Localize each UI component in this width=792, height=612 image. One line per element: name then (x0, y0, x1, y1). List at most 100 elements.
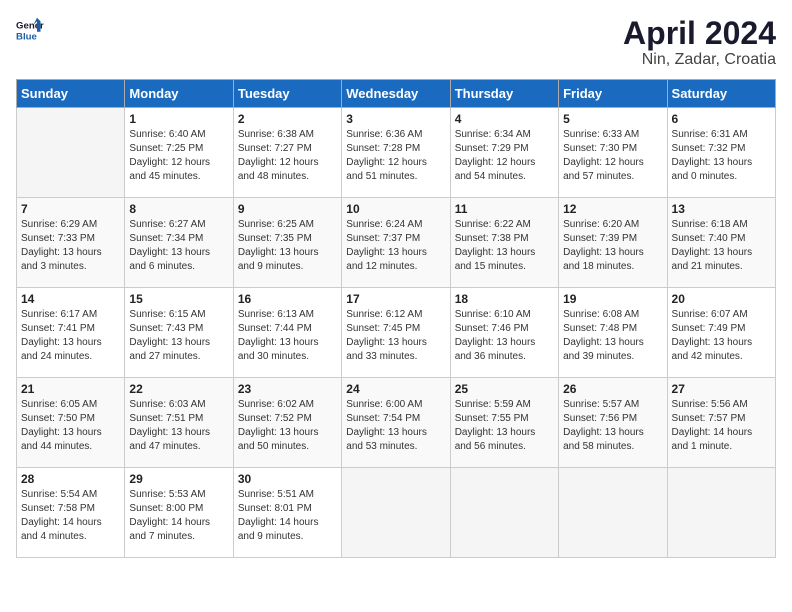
calendar-cell: 23 Sunrise: 6:02 AM Sunset: 7:52 PM Dayli… (233, 378, 341, 468)
calendar-cell: 22 Sunrise: 6:03 AM Sunset: 7:51 PM Dayli… (125, 378, 233, 468)
day-info: Sunrise: 6:29 AM Sunset: 7:33 PM Dayligh… (21, 218, 120, 274)
calendar-cell: 11Sunrise: 6:22 AM Sunset: 7:38 PM Dayli… (450, 198, 558, 288)
calendar-cell: 9 Sunrise: 6:25 AM Sunset: 7:35 PM Daylig… (233, 198, 341, 288)
calendar-cell: 10 Sunrise: 6:24 AM Sunset: 7:37 PM Dayli… (342, 198, 450, 288)
day-info: Sunrise: 6:17 AM Sunset: 7:41 PM Dayligh… (21, 308, 120, 364)
calendar-cell: 8 Sunrise: 6:27 AM Sunset: 7:34 PM Daylig… (125, 198, 233, 288)
day-info: Sunrise: 6:20 AM Sunset: 7:39 PM Dayligh… (563, 218, 662, 274)
calendar-week-4: 21Sunrise: 6:05 AM Sunset: 7:50 PM Dayli… (17, 378, 776, 468)
calendar-cell: 19 Sunrise: 6:08 AM Sunset: 7:48 PM Dayli… (559, 288, 667, 378)
day-info: Sunrise: 5:59 AM Sunset: 7:55 PM Dayligh… (455, 398, 554, 454)
day-info: Sunrise: 6:24 AM Sunset: 7:37 PM Dayligh… (346, 218, 445, 274)
day-info: Sunrise: 6:07 AM Sunset: 7:49 PM Dayligh… (672, 308, 771, 364)
calendar-cell: 16Sunrise: 6:13 AM Sunset: 7:44 PM Dayli… (233, 288, 341, 378)
calendar-subtitle: Nin, Zadar, Croatia (623, 51, 776, 69)
day-info: Sunrise: 5:57 AM Sunset: 7:56 PM Dayligh… (563, 398, 662, 454)
calendar-cell: 28 Sunrise: 5:54 AM Sunset: 7:58 PM Dayli… (17, 468, 125, 558)
day-number: 12 (563, 202, 662, 216)
calendar-cell: 24Sunrise: 6:00 AM Sunset: 7:54 PM Dayli… (342, 378, 450, 468)
day-number: 29 (129, 472, 228, 486)
calendar-cell: 25 Sunrise: 5:59 AM Sunset: 7:55 PM Dayli… (450, 378, 558, 468)
calendar-cell: 2 Sunrise: 6:38 AM Sunset: 7:27 PM Daylig… (233, 108, 341, 198)
calendar-cell: 30 Sunrise: 5:51 AM Sunset: 8:01 PM Dayli… (233, 468, 341, 558)
calendar-cell: 17 Sunrise: 6:12 AM Sunset: 7:45 PM Dayli… (342, 288, 450, 378)
calendar-cell: 7 Sunrise: 6:29 AM Sunset: 7:33 PM Daylig… (17, 198, 125, 288)
calendar-week-1: 1Sunrise: 6:40 AM Sunset: 7:25 PM Daylig… (17, 108, 776, 198)
calendar-cell: 5Sunrise: 6:33 AM Sunset: 7:30 PM Daylig… (559, 108, 667, 198)
header-sunday: Sunday (17, 80, 125, 108)
calendar-cell (17, 108, 125, 198)
day-info: Sunrise: 6:08 AM Sunset: 7:48 PM Dayligh… (563, 308, 662, 364)
day-number: 30 (238, 472, 337, 486)
day-number: 8 (129, 202, 228, 216)
day-number: 19 (563, 292, 662, 306)
day-info: Sunrise: 5:54 AM Sunset: 7:58 PM Dayligh… (21, 488, 120, 544)
day-number: 20 (672, 292, 771, 306)
weekday-header-row: Sunday Monday Tuesday Wednesday Thursday… (17, 80, 776, 108)
day-number: 18 (455, 292, 554, 306)
day-number: 14 (21, 292, 120, 306)
day-info: Sunrise: 5:51 AM Sunset: 8:01 PM Dayligh… (238, 488, 337, 544)
day-info: Sunrise: 6:15 AM Sunset: 7:43 PM Dayligh… (129, 308, 228, 364)
day-number: 22 (129, 382, 228, 396)
day-number: 13 (672, 202, 771, 216)
day-info: Sunrise: 6:38 AM Sunset: 7:27 PM Dayligh… (238, 128, 337, 184)
day-number: 10 (346, 202, 445, 216)
day-info: Sunrise: 6:34 AM Sunset: 7:29 PM Dayligh… (455, 128, 554, 184)
day-info: Sunrise: 6:22 AM Sunset: 7:38 PM Dayligh… (455, 218, 554, 274)
calendar-cell (450, 468, 558, 558)
day-number: 5 (563, 112, 662, 126)
day-info: Sunrise: 5:56 AM Sunset: 7:57 PM Dayligh… (672, 398, 771, 454)
day-number: 17 (346, 292, 445, 306)
calendar-cell: 13 Sunrise: 6:18 AM Sunset: 7:40 PM Dayli… (667, 198, 775, 288)
day-info: Sunrise: 6:10 AM Sunset: 7:46 PM Dayligh… (455, 308, 554, 364)
day-info: Sunrise: 6:02 AM Sunset: 7:52 PM Dayligh… (238, 398, 337, 454)
day-number: 24 (346, 382, 445, 396)
logo: General Blue (16, 16, 44, 44)
calendar-cell: 29 Sunrise: 5:53 AM Sunset: 8:00 PM Dayli… (125, 468, 233, 558)
day-number: 3 (346, 112, 445, 126)
day-number: 28 (21, 472, 120, 486)
calendar-cell: 15Sunrise: 6:15 AM Sunset: 7:43 PM Dayli… (125, 288, 233, 378)
calendar-cell: 14 Sunrise: 6:17 AM Sunset: 7:41 PM Dayli… (17, 288, 125, 378)
day-info: Sunrise: 6:03 AM Sunset: 7:51 PM Dayligh… (129, 398, 228, 454)
calendar-cell (667, 468, 775, 558)
day-info: Sunrise: 6:18 AM Sunset: 7:40 PM Dayligh… (672, 218, 771, 274)
day-number: 23 (238, 382, 337, 396)
logo-icon: General Blue (16, 16, 44, 44)
day-info: Sunrise: 6:13 AM Sunset: 7:44 PM Dayligh… (238, 308, 337, 364)
calendar-cell (559, 468, 667, 558)
calendar-title: April 2024 (623, 16, 776, 51)
calendar-cell: 6 Sunrise: 6:31 AM Sunset: 7:32 PM Daylig… (667, 108, 775, 198)
day-info: Sunrise: 6:25 AM Sunset: 7:35 PM Dayligh… (238, 218, 337, 274)
calendar-cell (342, 468, 450, 558)
day-number: 21 (21, 382, 120, 396)
calendar-cell: 12 Sunrise: 6:20 AM Sunset: 7:39 PM Dayli… (559, 198, 667, 288)
day-info: Sunrise: 6:12 AM Sunset: 7:45 PM Dayligh… (346, 308, 445, 364)
header-wednesday: Wednesday (342, 80, 450, 108)
day-info: Sunrise: 6:31 AM Sunset: 7:32 PM Dayligh… (672, 128, 771, 184)
day-number: 1 (129, 112, 228, 126)
day-number: 25 (455, 382, 554, 396)
day-info: Sunrise: 5:53 AM Sunset: 8:00 PM Dayligh… (129, 488, 228, 544)
header-monday: Monday (125, 80, 233, 108)
day-number: 6 (672, 112, 771, 126)
header-thursday: Thursday (450, 80, 558, 108)
day-info: Sunrise: 6:36 AM Sunset: 7:28 PM Dayligh… (346, 128, 445, 184)
calendar-table: Sunday Monday Tuesday Wednesday Thursday… (16, 79, 776, 558)
calendar-cell: 18 Sunrise: 6:10 AM Sunset: 7:46 PM Dayli… (450, 288, 558, 378)
day-number: 2 (238, 112, 337, 126)
header-friday: Friday (559, 80, 667, 108)
calendar-week-5: 28 Sunrise: 5:54 AM Sunset: 7:58 PM Dayli… (17, 468, 776, 558)
calendar-cell: 1Sunrise: 6:40 AM Sunset: 7:25 PM Daylig… (125, 108, 233, 198)
calendar-cell: 20 Sunrise: 6:07 AM Sunset: 7:49 PM Dayli… (667, 288, 775, 378)
day-number: 9 (238, 202, 337, 216)
day-info: Sunrise: 6:27 AM Sunset: 7:34 PM Dayligh… (129, 218, 228, 274)
header: General Blue April 2024 Nin, Zadar, Croa… (16, 16, 776, 69)
header-tuesday: Tuesday (233, 80, 341, 108)
day-number: 7 (21, 202, 120, 216)
header-saturday: Saturday (667, 80, 775, 108)
calendar-cell: 26Sunrise: 5:57 AM Sunset: 7:56 PM Dayli… (559, 378, 667, 468)
day-number: 27 (672, 382, 771, 396)
calendar-cell: 21Sunrise: 6:05 AM Sunset: 7:50 PM Dayli… (17, 378, 125, 468)
